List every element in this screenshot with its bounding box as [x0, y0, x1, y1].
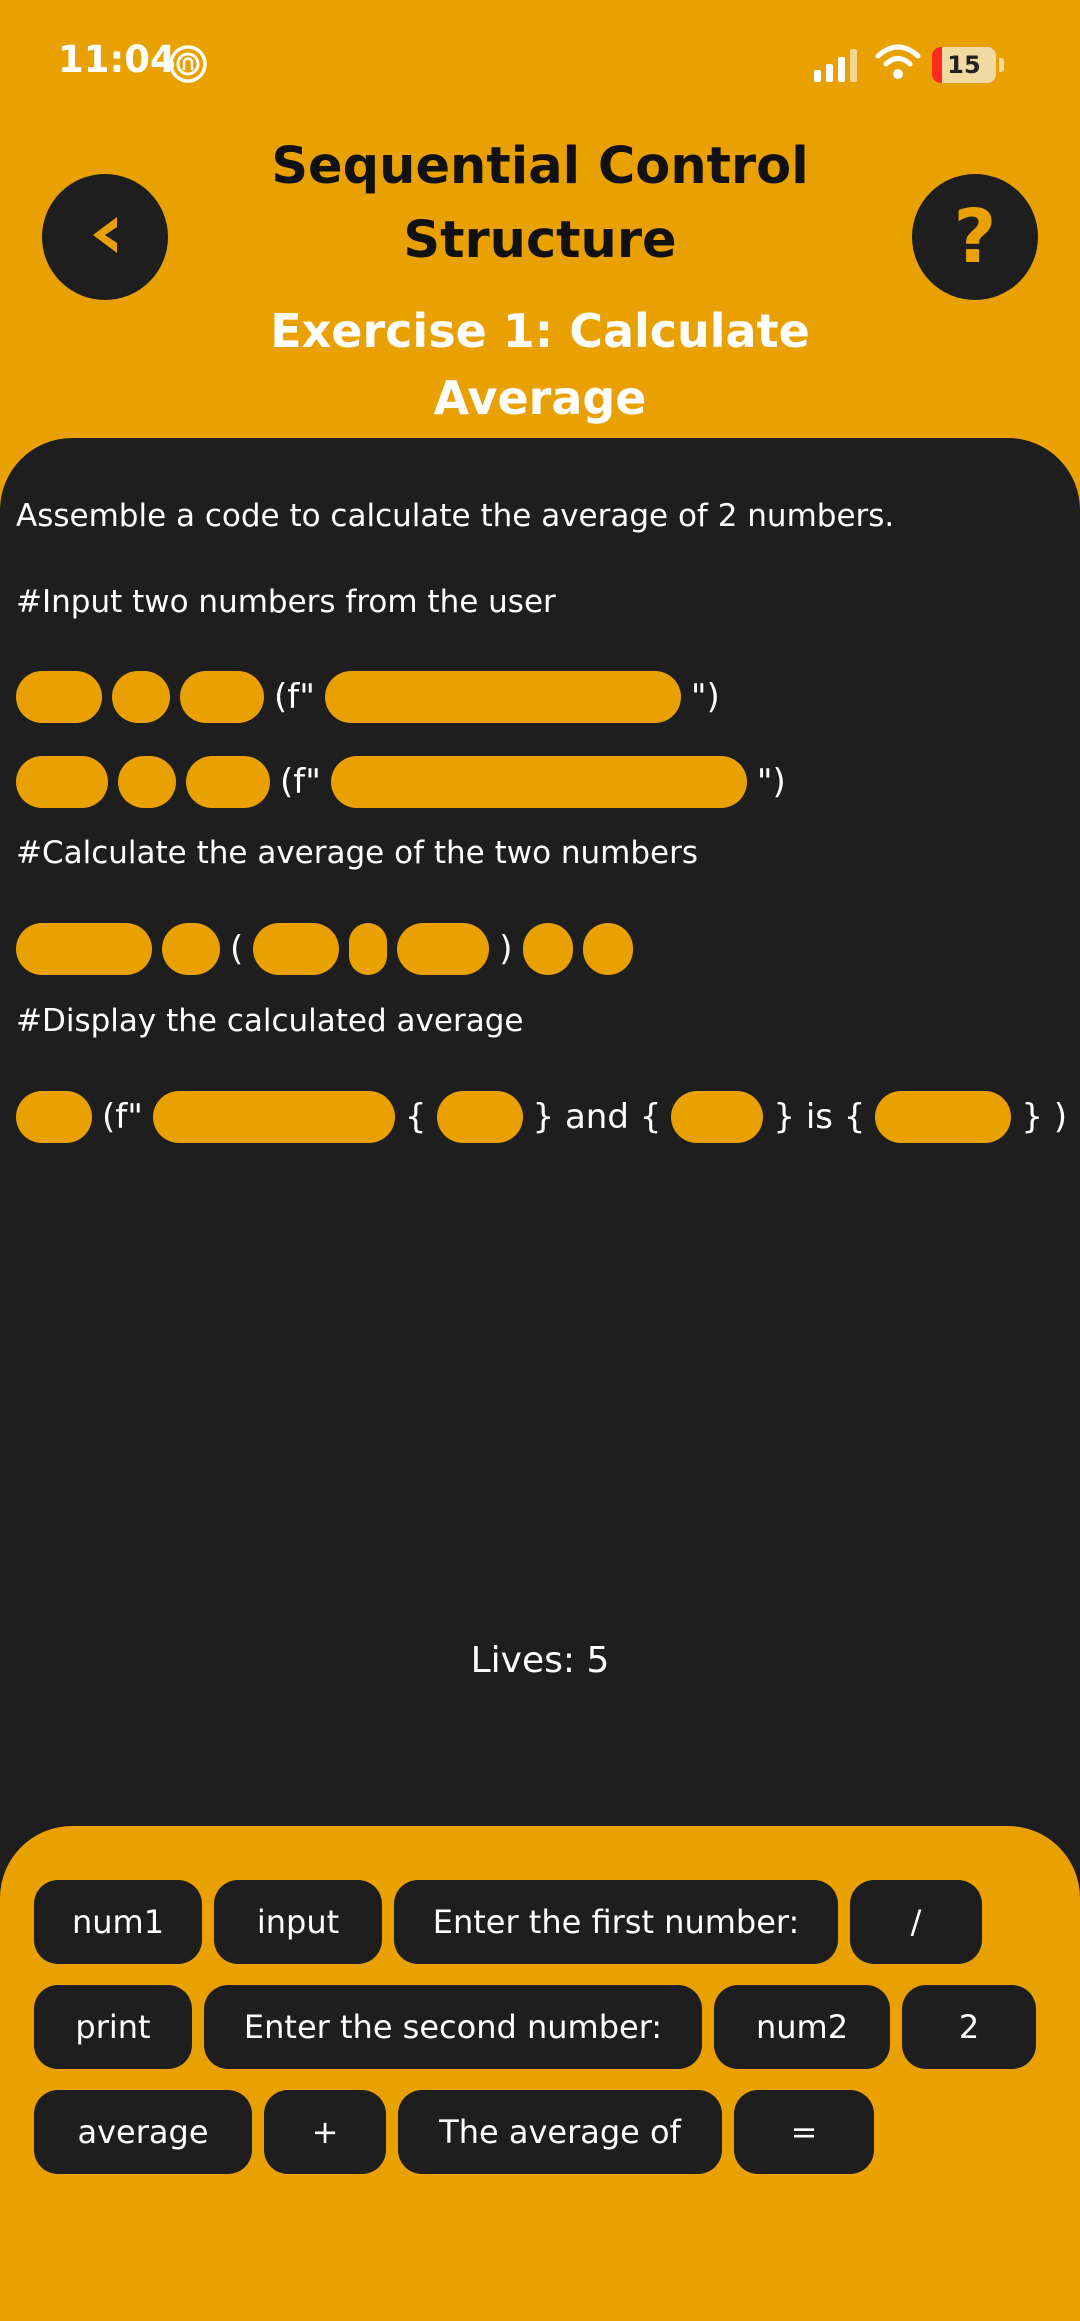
code-token: } ) [1021, 1097, 1068, 1137]
code-token: ) [499, 929, 513, 969]
focus-mode-icon [168, 44, 208, 88]
blank-slot[interactable] [253, 923, 340, 975]
code-token: (f" [280, 762, 321, 802]
blank-slot[interactable] [152, 1091, 395, 1143]
code-token: ") [756, 762, 786, 802]
word-chip[interactable]: average [34, 2090, 252, 2174]
page-title: Sequential Control Structure [271, 137, 809, 270]
blank-slot[interactable] [436, 1091, 523, 1143]
blank-slot[interactable] [522, 923, 573, 975]
code-puzzle-panel: Assemble a code to calculate the average… [0, 438, 1080, 1908]
code-line-input-2: (f" ") [16, 756, 796, 808]
word-chip[interactable]: The average of [398, 2090, 722, 2174]
word-chip[interactable]: 2 [902, 1985, 1036, 2069]
word-bank-row: average + The average of = [34, 2090, 886, 2174]
blank-slot[interactable] [112, 671, 170, 723]
word-chip[interactable]: num2 [714, 1985, 890, 2069]
blank-slot[interactable] [186, 756, 270, 808]
chevron-left-icon [77, 207, 133, 267]
blank-slot[interactable] [349, 923, 388, 975]
blank-slot[interactable] [180, 671, 264, 723]
code-comment-calc: #Calculate the average of the two number… [16, 835, 699, 871]
exercise-prompt: Assemble a code to calculate the average… [16, 498, 895, 534]
back-button[interactable] [42, 174, 168, 300]
blank-slot[interactable] [16, 671, 102, 723]
code-token: (f" [274, 677, 315, 717]
blank-slot[interactable] [16, 923, 152, 975]
code-token: } and { [532, 1097, 662, 1137]
battery-indicator: 15 [932, 47, 1004, 83]
exercise-subtitle: Exercise 1: Calculate Average [270, 304, 810, 425]
blank-slot[interactable] [671, 1091, 764, 1143]
code-line-display: (f" { } and { } is { } ) [16, 1091, 1077, 1143]
word-chip[interactable]: / [850, 1880, 982, 1964]
question-mark-icon: ? [953, 194, 997, 280]
blank-slot[interactable] [582, 923, 633, 975]
blank-slot[interactable] [397, 923, 490, 975]
word-bank: num1 input Enter the first number: / pri… [0, 1826, 1080, 2321]
code-token: } is { [773, 1097, 866, 1137]
word-bank-row: print Enter the second number: num2 2 [34, 1985, 1048, 2069]
status-bar: 11:04 15 [0, 0, 1080, 130]
word-bank-row: num1 input Enter the first number: / [34, 1880, 994, 1964]
blank-slot[interactable] [16, 756, 108, 808]
cellular-signal-icon [814, 48, 860, 86]
code-token: (f" [102, 1097, 143, 1137]
blank-slot[interactable] [324, 671, 681, 723]
battery-level: 15 [947, 51, 981, 79]
blank-slot[interactable] [118, 756, 176, 808]
blank-slot[interactable] [875, 1091, 1012, 1143]
word-chip[interactable]: num1 [34, 1880, 202, 1964]
word-chip[interactable]: input [214, 1880, 382, 1964]
code-comment-input: #Input two numbers from the user [16, 584, 556, 620]
word-chip[interactable]: print [34, 1985, 192, 2069]
help-button[interactable]: ? [912, 174, 1038, 300]
blank-slot[interactable] [330, 756, 747, 808]
blank-slot[interactable] [16, 1091, 92, 1143]
lives-counter: Lives: 5 [470, 1640, 610, 1681]
code-token: ") [690, 677, 720, 717]
word-chip[interactable]: = [734, 2090, 874, 2174]
code-comment-display: #Display the calculated average [16, 1003, 524, 1039]
status-time: 11:04 [58, 38, 176, 81]
word-chip[interactable]: + [264, 2090, 386, 2174]
wifi-icon [875, 44, 921, 84]
code-line-calc: ( ) [16, 923, 643, 975]
word-chip[interactable]: Enter the first number: [394, 1880, 838, 1964]
code-line-input-1: (f" ") [16, 671, 730, 723]
blank-slot[interactable] [162, 923, 220, 975]
code-token: ( [230, 929, 244, 969]
code-token: { [404, 1097, 427, 1137]
word-chip[interactable]: Enter the second number: [204, 1985, 702, 2069]
